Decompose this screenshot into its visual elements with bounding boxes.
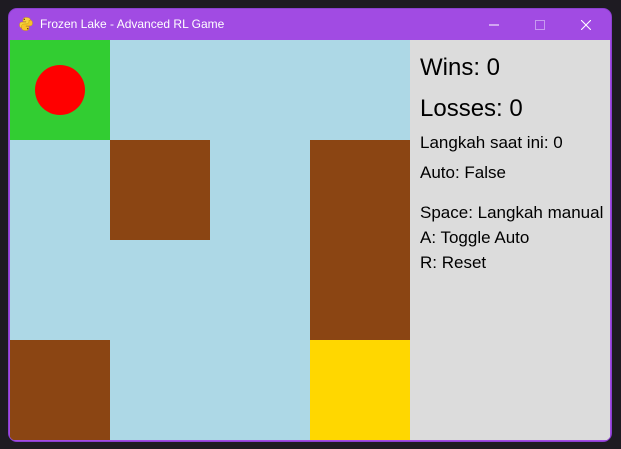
game-window: Frozen Lake - Advanced RL Game Wins: 0 L… xyxy=(9,9,611,441)
lake-grid xyxy=(10,40,410,440)
wins-counter: Wins: 0 xyxy=(420,54,501,81)
hole-tile xyxy=(10,340,110,440)
goal-tile xyxy=(310,340,410,440)
minimize-button[interactable] xyxy=(471,9,517,40)
maximize-button xyxy=(517,9,563,40)
auto-status-label: Auto: False xyxy=(420,163,506,182)
space-hint: Space: Langkah manual xyxy=(420,203,604,222)
reset-hint: R: Reset xyxy=(420,253,487,272)
losses-counter: Losses: 0 xyxy=(420,95,523,122)
close-button[interactable] xyxy=(563,9,609,40)
title-bar[interactable]: Frozen Lake - Advanced RL Game xyxy=(9,9,611,40)
agent-marker xyxy=(35,65,85,115)
window-title: Frozen Lake - Advanced RL Game xyxy=(40,17,225,31)
hole-tile xyxy=(110,140,210,240)
pygame-snake-icon xyxy=(19,17,33,31)
info-panel: Wins: 0 Losses: 0 Langkah saat ini: 0 Au… xyxy=(410,40,610,440)
toggle-auto-hint: A: Toggle Auto xyxy=(420,228,530,247)
maximize-icon xyxy=(535,19,545,30)
current-step-label: Langkah saat ini: 0 xyxy=(420,133,563,152)
minimize-icon xyxy=(489,24,499,25)
hole-tile xyxy=(310,240,410,340)
game-canvas[interactable]: Wins: 0 Losses: 0 Langkah saat ini: 0 Au… xyxy=(10,40,610,440)
hole-tile xyxy=(310,140,410,240)
close-icon xyxy=(581,19,591,30)
